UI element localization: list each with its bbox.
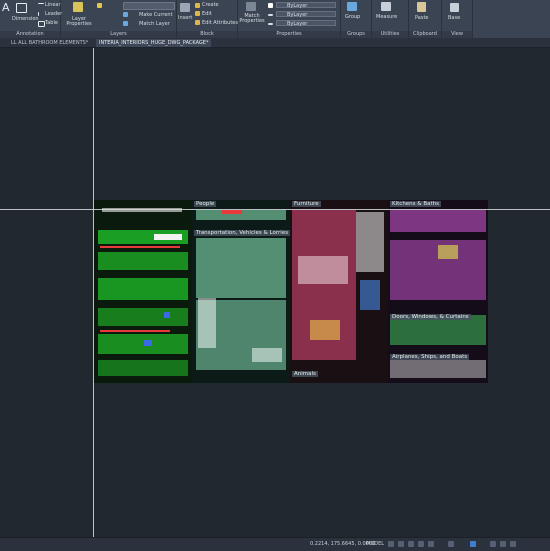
status-bar: 0.2214, 175.6645, 0.0000 MODEL bbox=[0, 537, 550, 551]
linear-button[interactable]: Linear bbox=[45, 2, 61, 8]
ortho-toggle-icon[interactable] bbox=[408, 541, 414, 547]
color-dropdown[interactable]: ByLayer bbox=[276, 2, 336, 9]
insert-icon[interactable] bbox=[180, 3, 190, 12]
match-layer-icon bbox=[123, 21, 128, 26]
group-label[interactable]: Group bbox=[345, 14, 360, 20]
color-swatch-icon bbox=[268, 3, 273, 8]
model-space-button[interactable]: MODEL bbox=[366, 541, 384, 547]
base-icon[interactable] bbox=[450, 3, 459, 12]
groups-panel-title[interactable]: Groups bbox=[341, 31, 371, 38]
lineweight-icon bbox=[268, 23, 273, 25]
section-label-animals: Animals bbox=[292, 371, 318, 377]
text-icon[interactable]: A bbox=[2, 2, 11, 13]
linetype-dropdown[interactable]: ByLayer bbox=[276, 11, 336, 18]
groups-panel: Group Groups bbox=[341, 0, 372, 38]
block-panel-title[interactable]: Block bbox=[177, 31, 237, 38]
crosshair-horizontal bbox=[0, 209, 550, 210]
polar-toggle-icon[interactable] bbox=[418, 541, 424, 547]
workspace-icon[interactable] bbox=[470, 541, 476, 547]
measure-icon[interactable] bbox=[381, 2, 391, 11]
ribbon: A Dimension Linear Leader Table Annotati… bbox=[0, 0, 550, 39]
snap-toggle-icon[interactable] bbox=[398, 541, 404, 547]
people-blocks bbox=[196, 210, 286, 370]
block-panel: Insert Create Edit Edit Attributes Block bbox=[177, 0, 238, 38]
edit-attributes-icon bbox=[195, 20, 200, 25]
make-current-button[interactable]: Make Current bbox=[139, 12, 173, 18]
match-properties-label[interactable]: Match Properties bbox=[239, 14, 265, 24]
create-button[interactable]: Create bbox=[202, 2, 219, 8]
furniture-zone bbox=[290, 200, 388, 383]
osnap-toggle-icon[interactable] bbox=[428, 541, 434, 547]
table-button[interactable]: Table bbox=[45, 20, 58, 26]
base-label[interactable]: Base bbox=[448, 15, 460, 21]
layers-panel-title[interactable]: Layers bbox=[61, 31, 176, 38]
file-tabs: LL ALL BATHROOM ELEMENTS* INTERIA_INTERI… bbox=[0, 38, 550, 48]
people-transport-zone bbox=[192, 200, 290, 383]
linear-icon bbox=[38, 3, 44, 8]
section-label-furniture: Furniture bbox=[292, 201, 321, 207]
create-icon bbox=[195, 3, 200, 8]
insert-label[interactable]: Insert bbox=[178, 15, 192, 21]
section-label-doors-windows: Doors, Windows, & Curtains bbox=[390, 314, 471, 320]
edit-button[interactable]: Edit bbox=[202, 11, 212, 17]
dimension-label[interactable]: Dimension bbox=[12, 16, 39, 22]
furniture-blocks bbox=[292, 210, 384, 360]
utilities-panel-title[interactable]: Utilities bbox=[372, 31, 408, 38]
dimension-icon[interactable] bbox=[16, 3, 27, 13]
measure-label[interactable]: Measure bbox=[376, 14, 397, 20]
match-properties-icon[interactable] bbox=[246, 2, 256, 11]
properties-panel-title[interactable]: Properties bbox=[238, 31, 340, 38]
paste-label[interactable]: Paste bbox=[415, 15, 429, 21]
group-icon[interactable] bbox=[347, 2, 357, 11]
fullscreen-icon[interactable] bbox=[500, 541, 506, 547]
trees-zone bbox=[94, 200, 192, 383]
linetype-icon bbox=[268, 14, 273, 16]
settings-gear-icon[interactable] bbox=[490, 541, 496, 547]
crosshair-vertical bbox=[93, 48, 94, 537]
section-label-kitchens-baths: Kitchens & Baths bbox=[390, 201, 441, 207]
edit-attributes-button[interactable]: Edit Attributes bbox=[202, 20, 238, 26]
drawing-canvas[interactable]: People Transportation, Vehicles & Lorrie… bbox=[0, 48, 550, 537]
file-tab-interia-package[interactable]: INTERIA_INTERIORS_HUGE_DWG_PACKAGE* bbox=[96, 39, 212, 47]
annotation-scale-icon[interactable] bbox=[448, 541, 454, 547]
properties-panel: Match Properties ByLayer ByLayer ByLayer… bbox=[238, 0, 341, 38]
trees-blocks bbox=[98, 208, 188, 376]
clipboard-panel-title[interactable]: Clipboard bbox=[409, 31, 441, 38]
layer-state-icon[interactable] bbox=[97, 3, 102, 8]
leader-icon bbox=[38, 12, 44, 16]
lineweight-dropdown[interactable]: ByLayer bbox=[276, 20, 336, 27]
layers-panel: Layer Properties Make Current Match Laye… bbox=[61, 0, 177, 38]
match-layer-button[interactable]: Match Layer bbox=[139, 21, 170, 27]
view-panel-title[interactable]: View bbox=[442, 31, 472, 38]
utilities-panel: Measure Utilities bbox=[372, 0, 409, 38]
view-panel: Base View bbox=[442, 0, 473, 38]
section-label-transportation: Transportation, Vehicles & Lorries bbox=[194, 230, 291, 236]
table-icon bbox=[38, 21, 45, 27]
clipboard-panel: Paste Clipboard bbox=[409, 0, 442, 38]
make-current-icon bbox=[123, 12, 128, 17]
block-library-drawing[interactable]: People Transportation, Vehicles & Lorrie… bbox=[94, 200, 488, 383]
section-label-people: People bbox=[194, 201, 217, 207]
leader-button[interactable]: Leader bbox=[45, 11, 62, 17]
layer-properties-label[interactable]: Layer Properties bbox=[65, 17, 93, 27]
grid-toggle-icon[interactable] bbox=[388, 541, 394, 547]
paste-icon[interactable] bbox=[417, 2, 426, 12]
file-tab-bathroom[interactable]: LL ALL BATHROOM ELEMENTS* bbox=[8, 39, 91, 47]
layer-dropdown[interactable] bbox=[123, 2, 175, 10]
annotation-panel-title[interactable]: Annotation bbox=[0, 31, 60, 38]
annotation-panel: A Dimension Linear Leader Table Annotati… bbox=[0, 0, 62, 38]
section-label-airplanes: Airplanes, Ships, and Boats bbox=[390, 354, 470, 360]
customize-menu-icon[interactable] bbox=[510, 541, 516, 547]
edit-icon bbox=[195, 11, 200, 16]
layer-properties-icon[interactable] bbox=[73, 2, 83, 12]
